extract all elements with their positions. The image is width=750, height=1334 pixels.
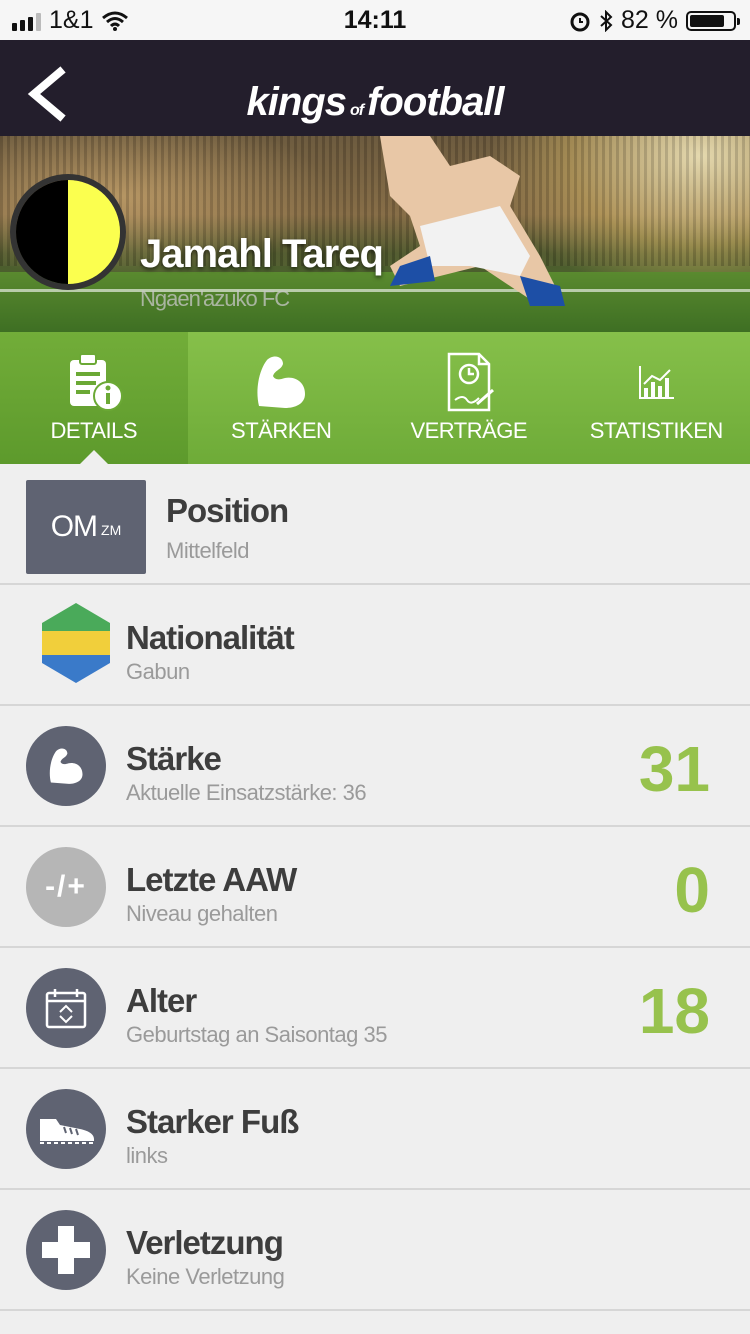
club-name: Ngaen'azuko FC (140, 286, 290, 311)
status-right: 82 % (569, 6, 740, 35)
aaw-title: Letzte AAW (126, 861, 297, 898)
aaw-sub: Niveau gehalten (126, 901, 278, 926)
position-badge: OM ZM (26, 480, 146, 574)
calendar-icon (45, 989, 87, 1029)
age-title: Alter (126, 982, 197, 1019)
age-sub: Geburtstag an Saisontag 35 (126, 1022, 387, 1047)
app-logo: kings of football (0, 80, 750, 125)
player-name: Jamahl Tareq (140, 232, 384, 276)
boot-icon (40, 1119, 94, 1144)
tab-staerken-label: STÄRKEN (231, 418, 332, 443)
details-icon (69, 353, 123, 411)
strength-icon-circle (26, 726, 106, 806)
tab-vertraege[interactable]: VERTRÄGE (375, 332, 563, 464)
tab-vertraege-label: VERTRÄGE (410, 418, 528, 443)
row-injury[interactable]: Verletzung Keine Verletzung (0, 1190, 750, 1311)
foot-sub: links (126, 1143, 168, 1168)
aaw-value: 0 (674, 854, 710, 926)
row-position[interactable]: OM ZM Position Mittelfeld (0, 464, 750, 585)
contract-icon (447, 352, 494, 412)
strength-sub: Aktuelle Einsatzstärke: 36 (126, 780, 367, 805)
position-title: Position (166, 492, 289, 529)
tab-statistiken-label: STATISTIKEN (589, 418, 724, 443)
row-strength[interactable]: Stärke Aktuelle Einsatzstärke: 36 31 (0, 706, 750, 827)
age-icon-circle (26, 968, 106, 1048)
logo-kings: kings (246, 80, 346, 124)
alarm-icon (570, 12, 590, 31)
foot-title: Starker Fuß (126, 1103, 299, 1140)
plus-icon (42, 1226, 90, 1274)
position-minor: ZM (101, 522, 122, 538)
bluetooth-icon (600, 9, 613, 32)
player-hero: Jamahl Tareq Ngaen'azuko FC (0, 136, 750, 332)
logo-of: of (349, 102, 364, 119)
nationality-sub: Gabun (126, 659, 190, 684)
foot-icon-circle (26, 1089, 106, 1169)
nav-bar: kings of football (0, 40, 750, 136)
player-photo (380, 136, 565, 306)
aaw-icon-circle: -/+ (26, 847, 106, 927)
injury-title: Verletzung (126, 1224, 284, 1261)
status-bar: 1&1 14:11 82 % (0, 0, 750, 40)
position-main: OM (50, 510, 98, 543)
logo-football: football (367, 80, 504, 124)
strength-title: Stärke (126, 740, 222, 777)
tab-details-label: DETAILS (50, 418, 138, 443)
muscle-icon (49, 748, 83, 784)
strength-value: 31 (638, 733, 710, 805)
tab-statistiken[interactable]: STATISTIKEN (563, 332, 750, 464)
tab-staerken[interactable]: STÄRKEN (188, 332, 376, 464)
injury-sub: Keine Verletzung (126, 1264, 285, 1289)
chart-icon (639, 366, 675, 399)
age-value: 18 (638, 975, 710, 1047)
club-badge (10, 174, 126, 290)
gabon-flag-icon (42, 603, 110, 683)
plus-minus-icon: -/+ (45, 870, 87, 903)
battery-icon (686, 10, 740, 31)
details-list: OM ZM Position Mittelfeld Nationalität G… (0, 464, 750, 1311)
position-sub: Mittelfeld (166, 538, 250, 563)
row-age[interactable]: Alter Geburtstag an Saisontag 35 18 (0, 948, 750, 1069)
tab-bar: DETAILS STÄRKEN VERTRÄGE STATISTIKEN (0, 332, 750, 464)
row-nationality[interactable]: Nationalität Gabun (0, 585, 750, 706)
battery-percent: 82 % (621, 6, 678, 34)
muscle-icon (257, 356, 306, 408)
injury-icon-circle (26, 1210, 106, 1290)
nationality-title: Nationalität (126, 619, 295, 656)
row-last-aaw[interactable]: -/+ Letzte AAW Niveau gehalten 0 (0, 827, 750, 948)
row-foot[interactable]: Starker Fuß links (0, 1069, 750, 1190)
tab-details[interactable]: DETAILS (0, 332, 188, 464)
